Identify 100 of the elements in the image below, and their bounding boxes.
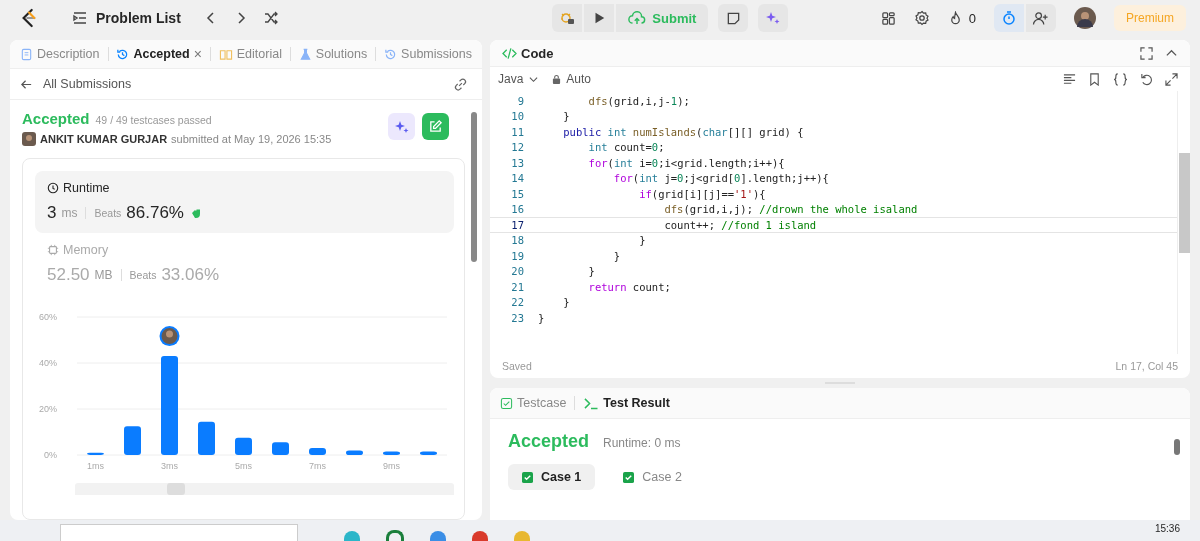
metric-value: 52.50: [47, 265, 90, 285]
code-line: public int numIslands(char[][] grid) {: [562, 125, 804, 138]
result-status: Accepted: [508, 431, 590, 452]
note-button[interactable]: [718, 4, 749, 32]
vertical-scrollbar[interactable]: [1177, 91, 1190, 354]
code-line: if(grid[i][j]=='1'){: [638, 187, 766, 200]
code-line: }: [587, 265, 595, 278]
chart-bar[interactable]: [420, 451, 437, 455]
note-icon: [725, 10, 741, 26]
y-axis-label: 0%: [44, 450, 57, 460]
taskbar-clock: 15:36: [1154, 522, 1180, 534]
settings-icon[interactable]: [913, 10, 930, 26]
panel-tab[interactable]: Description: [20, 47, 100, 61]
x-axis-label: 1ms: [87, 461, 104, 471]
language-dropdown[interactable]: Java: [498, 72, 539, 86]
panel-tab[interactable]: Editorial: [218, 47, 282, 61]
panel-tab[interactable]: Test Result: [583, 396, 670, 410]
beats-percent: 86.76%: [126, 203, 184, 223]
layout-icon[interactable]: [880, 10, 896, 26]
debug-button[interactable]: [552, 4, 583, 32]
code-line: dfs(grid,i,j-1);: [587, 94, 690, 107]
panel-tab[interactable]: Accepted: [116, 47, 190, 61]
add-user-icon: [1032, 10, 1050, 26]
lock-icon: [552, 73, 562, 85]
link-icon[interactable]: [453, 76, 468, 92]
document-icon: [20, 47, 33, 61]
edit-icon: [428, 119, 443, 134]
all-submissions-link[interactable]: All Submissions: [20, 77, 132, 91]
avatar-icon[interactable]: [1074, 7, 1096, 29]
undo-icon[interactable]: [1140, 72, 1153, 86]
chart-bar[interactable]: [272, 442, 289, 455]
flask-icon: [298, 47, 312, 61]
panel-title: Code: [521, 45, 554, 61]
timer-button[interactable]: [994, 4, 1024, 32]
chart-bar[interactable]: [87, 452, 104, 455]
code-line: }: [638, 234, 646, 247]
code-line: }: [562, 296, 570, 309]
logo-icon[interactable]: [20, 8, 38, 28]
chart-bar[interactable]: [198, 421, 215, 455]
code-line: }: [538, 311, 545, 324]
chart-bar[interactable]: [383, 451, 400, 455]
code-line: }: [562, 110, 570, 123]
history-icon: [116, 47, 130, 61]
edit-button[interactable]: [422, 113, 449, 140]
sparkle-icon: [765, 10, 782, 26]
code-icon: [502, 46, 517, 60]
panel-tab[interactable]: Testcase: [500, 396, 567, 410]
chart-bar[interactable]: [346, 450, 363, 455]
y-axis-label: 40%: [39, 358, 57, 368]
problem-list-button[interactable]: Problem List: [72, 10, 181, 26]
taskbar-search-field[interactable]: [60, 524, 298, 541]
case-tab[interactable]: Case 2: [609, 464, 696, 490]
beats-label: Beats: [129, 269, 157, 281]
author-name[interactable]: ANKIT KUMAR GURJAR: [40, 133, 168, 145]
metric-unit: ms: [61, 206, 78, 220]
runtime-text: Runtime: 0 ms: [603, 436, 681, 450]
cursor-position: Ln 17, Col 45: [1115, 360, 1178, 372]
code-line: count++; //fond 1 island: [663, 218, 817, 231]
app-icon[interactable]: [344, 531, 360, 541]
app-icon[interactable]: [472, 531, 488, 541]
sparkle-button[interactable]: [758, 4, 789, 32]
code-line: dfs(grid,i,j); //drown the whole isaland: [663, 203, 918, 216]
add-user-button[interactable]: [1026, 4, 1056, 32]
y-axis-label: 60%: [39, 312, 57, 322]
chart-bar[interactable]: [235, 437, 252, 455]
beats-label: Beats: [94, 207, 122, 219]
avatar-marker: [159, 326, 180, 347]
analyze-button[interactable]: [388, 113, 415, 140]
metric-card[interactable]: Memory 52.50 MB Beats 33.06%: [35, 233, 454, 295]
x-axis-label: 9ms: [383, 461, 400, 471]
metric-unit: MB: [94, 268, 113, 282]
avatar-icon: [22, 132, 36, 146]
format-icon[interactable]: [1063, 72, 1076, 86]
code-line: for(int j=0;j<grid[0].length;j++){: [612, 172, 829, 185]
horizontal-scrollbar[interactable]: [75, 483, 454, 495]
history-icon: [384, 47, 398, 61]
code-line: int count=0;: [587, 141, 665, 154]
expand-icon[interactable]: [1165, 72, 1178, 86]
x-axis-label: 7ms: [309, 461, 326, 471]
case-tab[interactable]: Case 1: [508, 464, 596, 490]
list-icon: [72, 10, 88, 26]
braces-icon[interactable]: [1113, 72, 1128, 86]
shuffle-icon[interactable]: [262, 10, 279, 26]
panel-tab[interactable]: Solutions: [298, 47, 368, 61]
auto-mode-label[interactable]: Auto: [566, 72, 592, 86]
clap-icon: [189, 206, 203, 220]
close-tab-button[interactable]: ×: [193, 46, 202, 62]
bookmark-icon[interactable]: [1088, 72, 1101, 86]
chart-bar[interactable]: [309, 448, 326, 455]
metric-card[interactable]: Runtime 3 ms Beats 86.76%: [35, 171, 454, 233]
run-button[interactable]: [584, 4, 615, 32]
status-text: Accepted: [22, 110, 90, 127]
metric-label: Memory: [63, 243, 109, 257]
panel-tab[interactable]: Submissions: [384, 47, 472, 61]
fullscreen-icon[interactable]: [1140, 46, 1153, 60]
app-icon[interactable]: [386, 530, 404, 541]
book-icon: [218, 47, 233, 61]
chip-icon: [47, 244, 59, 256]
stopwatch-icon: [1001, 10, 1017, 26]
app-icon[interactable]: [430, 531, 446, 541]
